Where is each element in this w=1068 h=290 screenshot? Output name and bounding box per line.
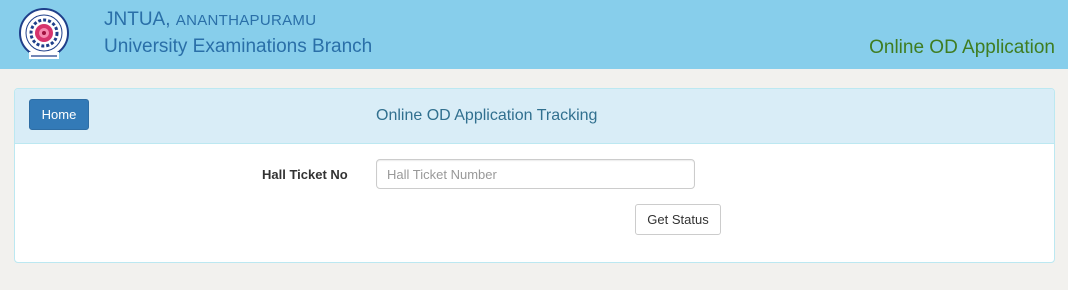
home-button[interactable]: Home (29, 99, 89, 130)
university-seal-icon (19, 8, 69, 59)
header-bar: JNTUA, ANANTHAPURAMU University Examinat… (0, 0, 1068, 69)
university-location: ANANTHAPURAMU (175, 12, 317, 29)
panel-title: Online OD Application Tracking (376, 107, 598, 124)
tracking-panel: Home Online OD Application Tracking Hall… (14, 88, 1055, 263)
panel-heading: Home Online OD Application Tracking (15, 89, 1054, 144)
hall-ticket-label: Hall Ticket No (262, 167, 348, 182)
app-title: Online OD Application (869, 37, 1055, 58)
university-name: JNTUA, ANANTHAPURAMU (104, 9, 317, 30)
hall-ticket-input[interactable] (376, 159, 695, 189)
department-name: University Examinations Branch (104, 36, 373, 57)
get-status-button[interactable]: Get Status (635, 204, 721, 235)
